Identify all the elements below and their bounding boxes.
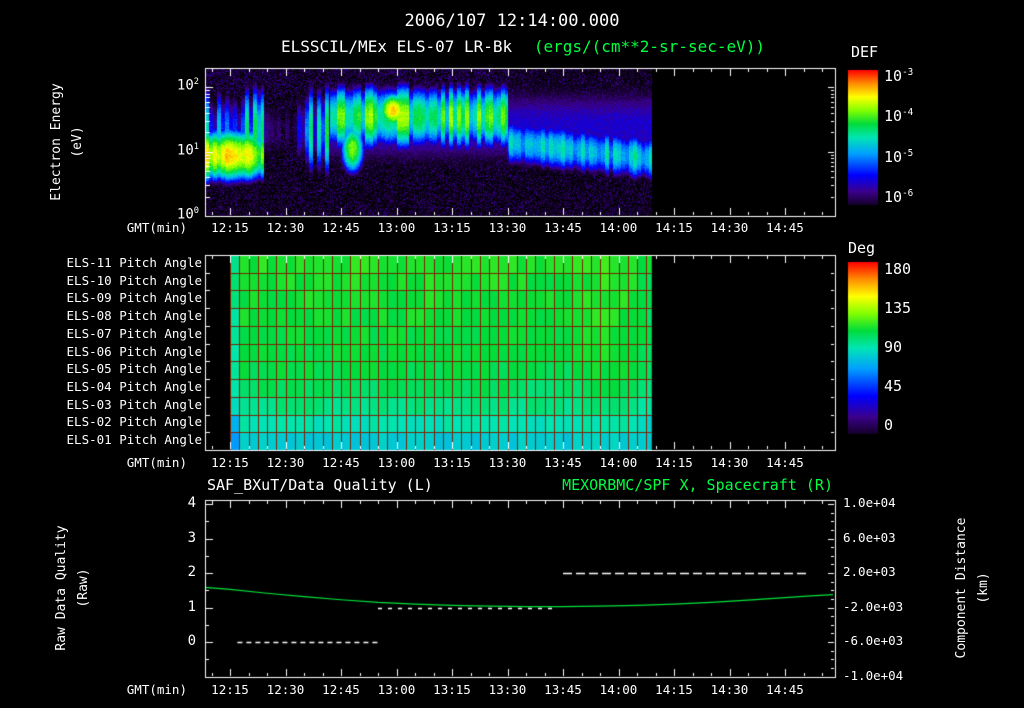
x-tick-label: 13:30 bbox=[488, 220, 527, 235]
row-label: ELS-09 Pitch Angle bbox=[66, 290, 202, 306]
y-tick-label: 2 bbox=[187, 564, 196, 580]
x-tick-label: 14:30 bbox=[710, 682, 749, 697]
x-tick-label: 13:00 bbox=[377, 682, 416, 697]
def-colorbar-label: DEF bbox=[851, 43, 879, 61]
bottom-left-ylabel-line2: (Raw) bbox=[75, 568, 91, 608]
row-label: ELS-11 Pitch Angle bbox=[66, 254, 202, 270]
x-tick-label: 13:15 bbox=[433, 220, 471, 235]
y-tick-label: 102 bbox=[177, 78, 199, 94]
tick-base: 10 bbox=[176, 206, 194, 223]
x-tick-label: 13:15 bbox=[433, 682, 471, 697]
x-tick-label: 14:30 bbox=[710, 220, 749, 235]
tick-exponent: -6 bbox=[902, 188, 914, 199]
y-tick-label: -1.0e+04 bbox=[843, 667, 904, 683]
gmt-label-bottom: GMT(min) bbox=[126, 682, 187, 697]
x-tick-label: 12:15 bbox=[211, 220, 249, 235]
y-tick-label: 1 bbox=[187, 598, 196, 615]
deg-colorbar-label: Deg bbox=[848, 239, 876, 257]
tick-base: 10 bbox=[884, 188, 903, 206]
top-ylabel-line1: Electron Energy bbox=[48, 83, 64, 201]
x-tick-label: 14:45 bbox=[766, 455, 804, 470]
tick-exponent: -5 bbox=[902, 147, 914, 159]
row-label: ELS-01 Pitch Angle bbox=[66, 432, 202, 448]
x-tick-label: 14:45 bbox=[766, 682, 804, 697]
top-panel-title: ELSSCIL/MEx ELS-07 LR-Bk (ergs/(cm**2-sr… bbox=[281, 38, 765, 56]
x-tick-label: 12:15 bbox=[211, 455, 249, 470]
x-tick-label: 12:45 bbox=[322, 455, 360, 470]
x-tick-label: 13:45 bbox=[544, 455, 582, 470]
gmt-label-mid: GMT(min) bbox=[126, 455, 187, 470]
x-tick-label: 14:45 bbox=[766, 220, 804, 235]
bottom-left-series-title: SAF_BXuT/Data Quality (L) bbox=[207, 476, 433, 494]
top-panel-units: (ergs/(cm**2-sr-sec-eV)) bbox=[533, 37, 766, 56]
plot-screen: 2006/107 12:14:00.000 ELSSCIL/MEx ELS-07… bbox=[0, 0, 1024, 708]
tick-exponent: 1 bbox=[193, 141, 199, 152]
colorbar-tick-label: 10-5 bbox=[884, 147, 914, 166]
x-tick-label: 14:15 bbox=[655, 220, 693, 235]
y-tick-label: -2.0e+03 bbox=[843, 598, 904, 614]
x-tick-label: 12:30 bbox=[266, 220, 305, 235]
top-ylabel-line2: (eV) bbox=[69, 126, 85, 158]
row-label: ELS-04 Pitch Angle bbox=[66, 378, 202, 394]
row-label: ELS-08 Pitch Angle bbox=[66, 308, 202, 324]
colorbar-tick-label: 0 bbox=[884, 416, 894, 434]
y-tick-label: 101 bbox=[176, 141, 199, 159]
x-tick-label: 14:30 bbox=[710, 455, 749, 470]
row-label: ELS-10 Pitch Angle bbox=[66, 272, 202, 288]
colorbar-tick-label: 135 bbox=[884, 299, 912, 317]
y-tick-label: 4 bbox=[187, 495, 196, 511]
y-tick-label: 1.0e+04 bbox=[843, 495, 896, 510]
bottom-right-series-title: MEXORBMC/SPF X, Spacecraft (R) bbox=[562, 476, 833, 494]
x-tick-label: 14:00 bbox=[599, 682, 638, 697]
tick-exponent: 0 bbox=[193, 206, 199, 216]
tick-base: 10 bbox=[884, 67, 903, 85]
row-label: ELS-02 Pitch Angle bbox=[66, 414, 202, 430]
tick-exponent: -3 bbox=[902, 67, 914, 78]
x-tick-label: 14:15 bbox=[655, 682, 693, 697]
row-label: ELS-03 Pitch Angle bbox=[66, 396, 202, 412]
tick-exponent: -4 bbox=[902, 107, 914, 119]
x-tick-label: 13:30 bbox=[488, 682, 527, 697]
colorbar-tick-label: 180 bbox=[884, 260, 912, 278]
y-tick-label: 6.0e+03 bbox=[843, 529, 896, 545]
colorbar-tick-label: 45 bbox=[884, 377, 903, 395]
colorbar-tick-label: 10-4 bbox=[884, 108, 913, 125]
x-tick-label: 12:30 bbox=[266, 455, 305, 470]
row-label: ELS-07 Pitch Angle bbox=[66, 325, 202, 341]
bottom-right-ylabel-line1: Component Distance bbox=[953, 517, 969, 659]
x-tick-label: 13:45 bbox=[544, 220, 582, 235]
x-tick-label: 13:45 bbox=[544, 682, 582, 697]
x-tick-label: 13:30 bbox=[488, 455, 527, 470]
tick-base: 10 bbox=[884, 107, 903, 126]
y-tick-label: 2.0e+03 bbox=[843, 564, 896, 579]
x-tick-label: 12:30 bbox=[266, 682, 305, 697]
x-tick-label: 13:00 bbox=[377, 455, 416, 470]
x-tick-label: 13:15 bbox=[433, 455, 471, 470]
y-tick-label: 100 bbox=[176, 206, 199, 223]
x-tick-label: 12:45 bbox=[322, 220, 360, 235]
x-tick-label: 12:15 bbox=[211, 682, 249, 697]
timestamp-title: 2006/107 12:14:00.000 bbox=[404, 11, 620, 31]
row-label: ELS-06 Pitch Angle bbox=[66, 343, 202, 359]
tick-base: 10 bbox=[176, 78, 194, 95]
x-tick-label: 14:00 bbox=[599, 220, 638, 235]
x-tick-label: 12:45 bbox=[322, 682, 360, 697]
y-tick-label: 0 bbox=[187, 633, 196, 649]
bottom-right-ylabel-line2: (km) bbox=[975, 572, 991, 604]
x-tick-label: 14:15 bbox=[655, 455, 693, 470]
colorbar-tick-label: 10-3 bbox=[884, 67, 914, 85]
x-tick-label: 14:00 bbox=[599, 455, 638, 470]
y-tick-label: -6.0e+03 bbox=[843, 633, 904, 648]
y-tick-label: 3 bbox=[187, 529, 196, 546]
row-label: ELS-05 Pitch Angle bbox=[66, 361, 202, 377]
colorbar-tick-label: 10-6 bbox=[884, 188, 914, 206]
tick-base: 10 bbox=[176, 142, 194, 159]
top-panel-title-text: ELSSCIL/MEx ELS-07 LR-Bk bbox=[280, 37, 513, 56]
x-tick-label: 13:00 bbox=[377, 220, 416, 235]
colorbar-tick-label: 90 bbox=[884, 338, 903, 356]
tick-exponent: 2 bbox=[193, 77, 199, 88]
bottom-left-ylabel-line1: Raw Data Quality bbox=[53, 525, 69, 651]
gmt-label-top: GMT(min) bbox=[126, 220, 187, 235]
tick-base: 10 bbox=[884, 147, 903, 166]
